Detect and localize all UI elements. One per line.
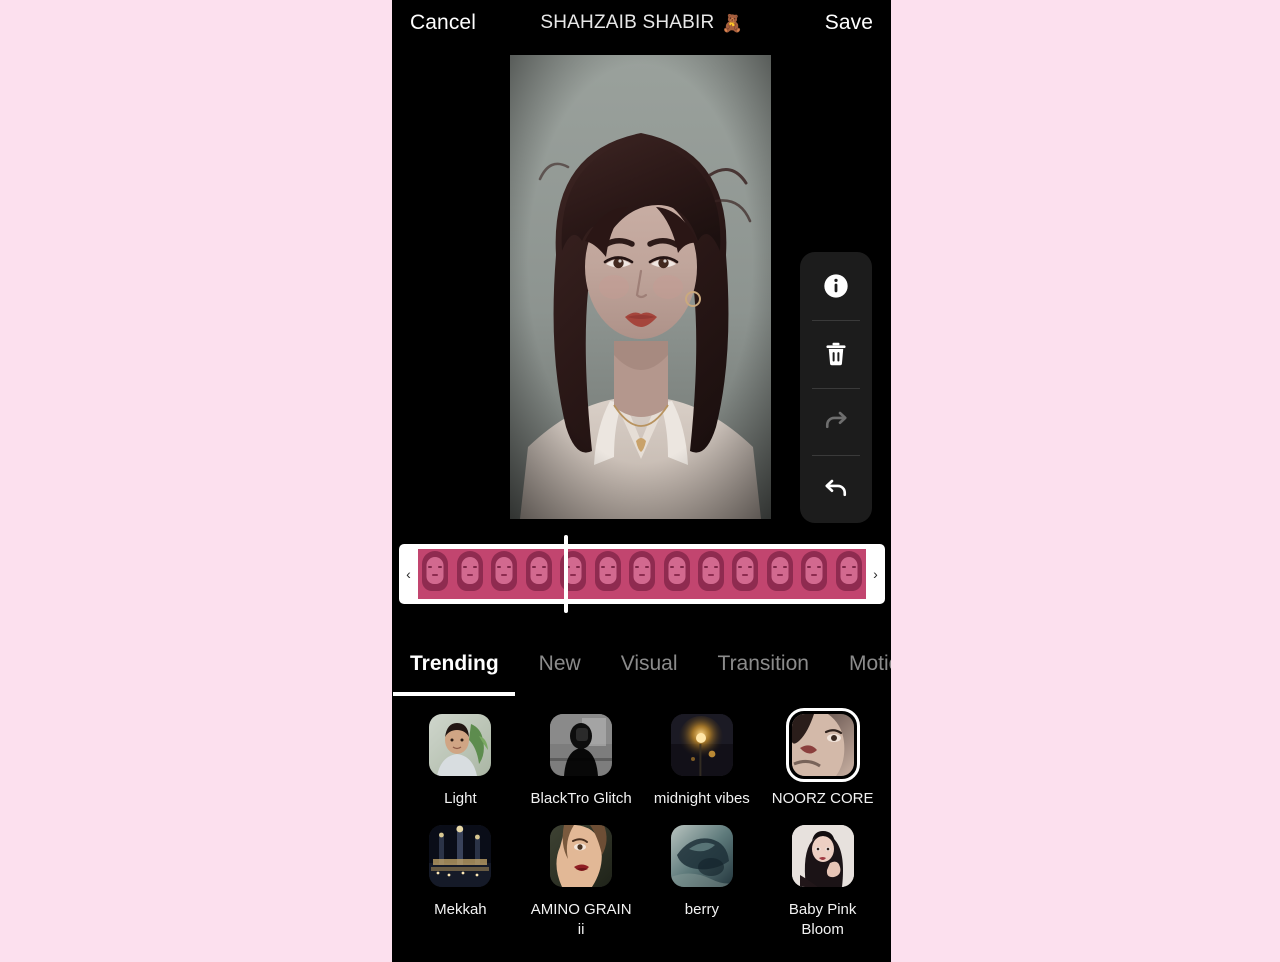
timeline-frames[interactable] — [418, 549, 866, 599]
timeline-frame — [624, 549, 660, 599]
filter-label: NOORZ CORE — [771, 790, 874, 807]
video-preview-area[interactable] — [392, 46, 891, 535]
tab-transition[interactable]: Transition — [718, 634, 809, 694]
timeline-frame — [797, 549, 832, 599]
filter-thumbnail-ring — [423, 819, 497, 893]
timeline-frame — [659, 549, 694, 599]
filter-thumbnail-ring — [785, 708, 860, 782]
filter-item[interactable]: Mekkah — [400, 819, 521, 940]
delete-button[interactable] — [800, 319, 872, 388]
edit-toolbar — [800, 252, 872, 523]
info-button[interactable] — [800, 252, 872, 320]
timeline-frame — [728, 549, 763, 599]
timeline-frame — [762, 549, 798, 599]
timeline-playhead[interactable] — [563, 535, 568, 613]
tab-trending[interactable]: Trending — [410, 634, 499, 694]
filter-label: berry — [684, 901, 719, 918]
timeline-frame — [693, 549, 729, 599]
filter-label: midnight vibes — [653, 790, 750, 807]
filter-label: Mekkah — [434, 901, 487, 918]
filter-thumbnail — [429, 714, 492, 776]
top-bar: Cancel Save — [392, 0, 891, 46]
timeline-frame — [452, 549, 487, 599]
filter-label: Light — [444, 790, 477, 807]
filter-category-tabs[interactable]: Trending New Visual Transition Motion — [392, 634, 891, 694]
filter-label: AMINO GRAIN ii — [530, 901, 632, 938]
active-tab-underline — [393, 692, 515, 696]
trash-icon — [826, 342, 846, 365]
cancel-button[interactable]: Cancel — [410, 11, 476, 35]
filter-thumbnail-ring — [423, 708, 497, 782]
timeline-frame — [418, 549, 453, 599]
filter-thumbnail — [791, 825, 854, 887]
filter-thumbnail-ring — [544, 819, 618, 893]
timeline-trim-handle-left[interactable]: ‹ — [399, 544, 418, 604]
filter-label: Baby Pink Bloom — [788, 901, 857, 938]
tab-new[interactable]: New — [539, 634, 581, 694]
filter-item[interactable]: NOORZ CORE — [762, 708, 883, 809]
undo-icon — [825, 479, 847, 497]
save-button[interactable]: Save — [825, 11, 873, 35]
timeline-frame — [831, 549, 866, 599]
filter-thumbnail — [670, 714, 733, 776]
filter-thumbnail — [550, 825, 613, 887]
timeline[interactable]: ‹ › — [392, 535, 891, 625]
filter-item[interactable]: midnight vibes — [642, 708, 763, 809]
timeline-frame — [486, 549, 522, 599]
preview-photo — [510, 55, 771, 519]
filter-thumbnail — [791, 714, 854, 776]
filter-thumbnail — [550, 714, 613, 776]
timeline-frame — [590, 549, 625, 599]
filter-item[interactable]: Light — [400, 708, 521, 809]
undo-button[interactable] — [800, 455, 872, 523]
filter-grid[interactable]: Light BlackTro Glitch midnight vibes NOO… — [392, 700, 891, 940]
filter-thumbnail — [670, 825, 733, 887]
tab-motion[interactable]: Motion — [849, 634, 891, 694]
filter-item[interactable]: berry — [642, 819, 763, 940]
filter-thumbnail-ring — [786, 819, 860, 893]
filter-thumbnail — [429, 825, 492, 887]
filter-item[interactable]: BlackTro Glitch — [521, 708, 642, 809]
filter-item[interactable]: Baby Pink Bloom — [762, 819, 883, 940]
timeline-track[interactable]: ‹ › — [399, 544, 885, 604]
filter-item[interactable]: AMINO GRAIN ii — [521, 819, 642, 940]
filter-thumbnail-ring — [665, 819, 739, 893]
redo-icon — [825, 412, 847, 429]
timeline-frame — [521, 549, 556, 599]
phone-screen: Cancel Save SHAHZAIB SHABIR 🧸 ‹ › Trendi… — [392, 0, 891, 962]
filter-thumbnail-ring — [665, 708, 739, 782]
filter-thumbnail-ring — [544, 708, 618, 782]
filter-label: BlackTro Glitch — [530, 790, 632, 807]
timeline-frame — [555, 549, 591, 599]
page-root: Cancel Save SHAHZAIB SHABIR 🧸 ‹ › Trendi… — [0, 0, 1280, 962]
timeline-trim-handle-right[interactable]: › — [866, 544, 885, 604]
redo-button[interactable] — [800, 387, 872, 456]
info-icon — [824, 274, 848, 298]
tab-visual[interactable]: Visual — [621, 634, 678, 694]
portrait-image — [510, 55, 771, 519]
